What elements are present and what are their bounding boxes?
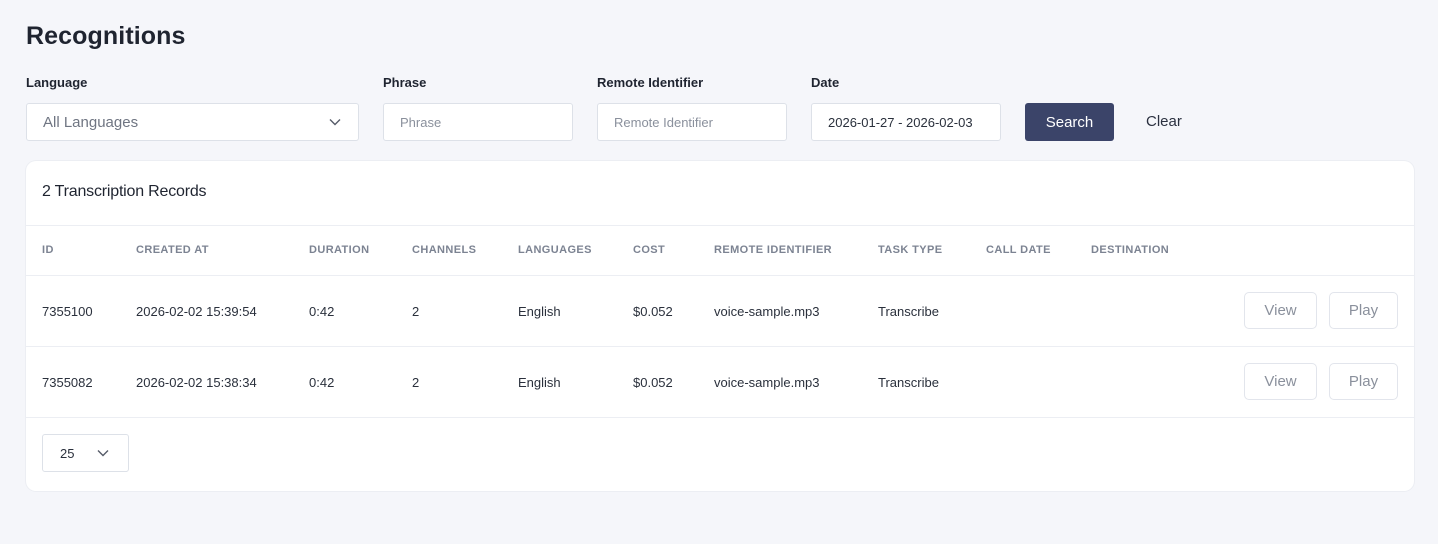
col-header-duration: DURATION [309, 244, 370, 256]
divider [26, 417, 1414, 418]
records-card: 2 Transcription Records ID CREATED AT DU… [26, 161, 1414, 491]
search-button[interactable]: Search [1025, 103, 1114, 141]
col-header-task-type: TASK TYPE [878, 244, 943, 256]
remote-identifier-label: Remote Identifier [597, 75, 704, 90]
chevron-down-icon [97, 450, 109, 457]
col-header-languages: LANGUAGES [518, 244, 592, 256]
page-size-select[interactable]: 25 [42, 434, 129, 472]
chevron-down-icon [329, 119, 341, 126]
cell-channels: 2 [412, 375, 420, 390]
col-header-destination: DESTINATION [1091, 244, 1170, 256]
col-header-id: ID [42, 244, 54, 256]
cell-task-type: Transcribe [878, 304, 939, 319]
col-header-cost: COST [633, 244, 666, 256]
col-header-channels: CHANNELS [412, 244, 477, 256]
col-header-created-at: CREATED AT [136, 244, 209, 256]
remote-identifier-input[interactable] [614, 114, 770, 130]
play-button[interactable]: Play [1329, 363, 1398, 400]
divider [26, 225, 1414, 226]
cell-created-at: 2026-02-02 15:38:34 [136, 375, 257, 390]
language-select-value: All Languages [43, 113, 139, 131]
page-size-value: 25 [60, 445, 75, 461]
cell-cost: $0.052 [633, 375, 673, 390]
divider [26, 275, 1414, 276]
cell-created-at: 2026-02-02 15:39:54 [136, 304, 257, 319]
divider [26, 346, 1414, 347]
view-button[interactable]: View [1244, 363, 1317, 400]
cell-languages: English [518, 375, 561, 390]
cell-duration: 0:42 [309, 375, 335, 390]
language-label: Language [26, 75, 88, 90]
cell-cost: $0.052 [633, 304, 673, 319]
cell-id: 7355100 [42, 304, 93, 319]
phrase-field [383, 103, 573, 141]
cell-channels: 2 [412, 304, 420, 319]
play-button[interactable]: Play [1329, 292, 1398, 329]
date-label: Date [811, 75, 840, 90]
phrase-label: Phrase [383, 75, 427, 90]
cell-remote-identifier: voice-sample.mp3 [714, 304, 820, 319]
remote-identifier-field [597, 103, 787, 141]
language-select[interactable]: All Languages [26, 103, 359, 141]
cell-task-type: Transcribe [878, 375, 939, 390]
clear-button[interactable]: Clear [1146, 113, 1182, 130]
cell-duration: 0:42 [309, 304, 335, 319]
phrase-input[interactable] [400, 114, 556, 130]
cell-languages: English [518, 304, 561, 319]
col-header-call-date: CALL DATE [986, 244, 1051, 256]
date-range-input[interactable]: 2026-01-27 - 2026-02-03 [811, 103, 1001, 141]
col-header-remote-identifier: REMOTE IDENTIFIER [714, 244, 833, 256]
view-button[interactable]: View [1244, 292, 1317, 329]
cell-remote-identifier: voice-sample.mp3 [714, 375, 820, 390]
records-count-title: 2 Transcription Records [42, 183, 207, 200]
cell-id: 7355082 [42, 375, 93, 390]
page-title: Recognitions [26, 22, 186, 50]
